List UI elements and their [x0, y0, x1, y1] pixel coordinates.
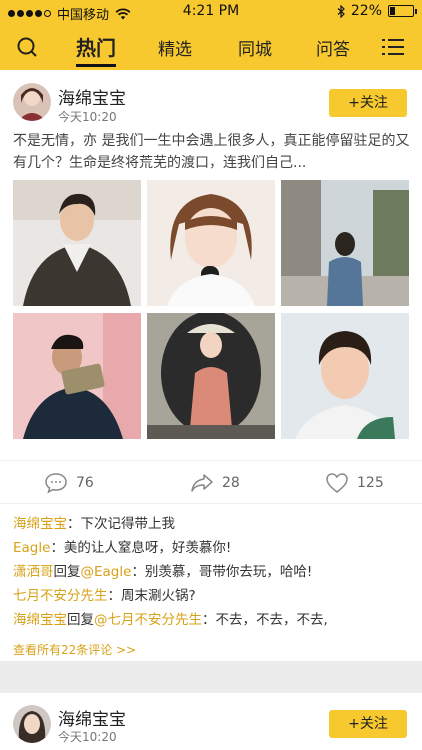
battery-icon — [388, 5, 417, 17]
comment-count: 76 — [76, 475, 94, 491]
tab-qa[interactable]: 问答 — [316, 35, 350, 60]
post-photo[interactable] — [13, 180, 141, 306]
post-photo[interactable] — [147, 180, 275, 306]
share-action[interactable]: 28 — [190, 472, 240, 494]
like-action[interactable]: 125 — [325, 472, 384, 494]
nav-tabs: 热门 精选 同城 问答 — [60, 24, 360, 70]
comment-text: ：别羡慕，哥带你去玩，哈哈! — [131, 564, 313, 580]
comment-text: ：不去，不去，不去, — [202, 612, 328, 628]
share-arrow-icon — [191, 474, 213, 492]
post-actions: 76 28 125 — [0, 460, 422, 504]
post-time: 今天10:20 — [58, 110, 117, 124]
comment-item[interactable]: 潇洒哥回复@Eagle：别羡慕，哥带你去玩，哈哈! — [13, 560, 413, 584]
post-text[interactable]: 不是无情，亦 是我们一生中会遇上很多人，真正能停留驻足的又有几个？生命是终将荒芜… — [13, 130, 411, 174]
view-all-comments-link[interactable]: 查看所有22条评论 >> — [13, 641, 136, 658]
comment-text: ：美的让人窒息呀，好羡慕你! — [50, 540, 232, 556]
comment-text: 回复 — [67, 612, 94, 628]
comment-user-name[interactable]: 海绵宝宝 — [13, 612, 67, 628]
search-icon[interactable] — [16, 36, 38, 58]
comment-user-name[interactable]: 潇洒哥 — [13, 564, 54, 580]
comment-item[interactable]: Eagle：美的让人窒息呀，好羡慕你! — [13, 536, 413, 560]
post-author-name[interactable]: 海绵宝宝 — [58, 84, 126, 109]
post-time: 今天10:20 — [58, 730, 117, 744]
menu-icon[interactable] — [382, 38, 404, 56]
avatar[interactable] — [13, 705, 51, 743]
comment-list: 海绵宝宝：下次记得带上我 Eagle：美的让人窒息呀，好羡慕你! 潇洒哥回复@Eag… — [13, 512, 413, 632]
post-photo[interactable] — [281, 313, 409, 439]
share-count: 28 — [222, 475, 240, 491]
like-count: 125 — [357, 475, 384, 491]
post-photo[interactable] — [147, 313, 275, 439]
follow-button[interactable]: +关注 — [329, 710, 407, 738]
comment-action[interactable]: 76 — [44, 472, 94, 494]
comment-user-name[interactable]: Eagle — [13, 540, 50, 556]
tab-featured[interactable]: 精选 — [158, 35, 192, 60]
tab-hot[interactable]: 热门 — [76, 32, 116, 61]
comment-text: ：周末涮火锅? — [107, 588, 196, 604]
comment-text: ：下次记得带上我 — [67, 516, 175, 532]
comment-item[interactable]: 海绵宝宝：下次记得带上我 — [13, 512, 413, 536]
comment-item[interactable]: 七月不安分先生：周末涮火锅? — [13, 584, 413, 608]
comment-text: 回复 — [53, 564, 81, 580]
top-nav-bar: 热门 精选 同城 问答 — [0, 24, 422, 70]
post-photo[interactable] — [13, 313, 141, 439]
active-tab-indicator — [76, 64, 116, 67]
post-photo[interactable] — [281, 180, 409, 306]
status-bar: 中国移动 4:21 PM 22% — [0, 0, 422, 24]
comment-bubble-icon — [45, 473, 67, 494]
follow-button[interactable]: +关注 — [329, 89, 407, 117]
comment-user-name[interactable]: 海绵宝宝 — [13, 516, 67, 532]
comment-item[interactable]: 海绵宝宝回复@七月不安分先生：不去，不去，不去, — [13, 608, 413, 632]
battery-percent: 22% — [350, 3, 382, 19]
comment-user-name[interactable]: 七月不安分先生 — [13, 588, 108, 604]
tab-local[interactable]: 同城 — [238, 35, 272, 60]
comment-user-name[interactable]: @Eagle — [81, 564, 132, 580]
avatar[interactable] — [13, 83, 51, 121]
post-card: 海绵宝宝 今天10:20 +关注 — [0, 693, 422, 750]
post-card: 海绵宝宝 今天10:20 +关注 不是无情，亦 是我们一生中会遇上很多人，真正能… — [0, 70, 422, 661]
comment-user-name[interactable]: @七月不安分先生 — [94, 612, 202, 628]
bluetooth-icon — [337, 4, 345, 18]
heart-icon — [326, 473, 348, 493]
post-author-name[interactable]: 海绵宝宝 — [58, 705, 126, 730]
